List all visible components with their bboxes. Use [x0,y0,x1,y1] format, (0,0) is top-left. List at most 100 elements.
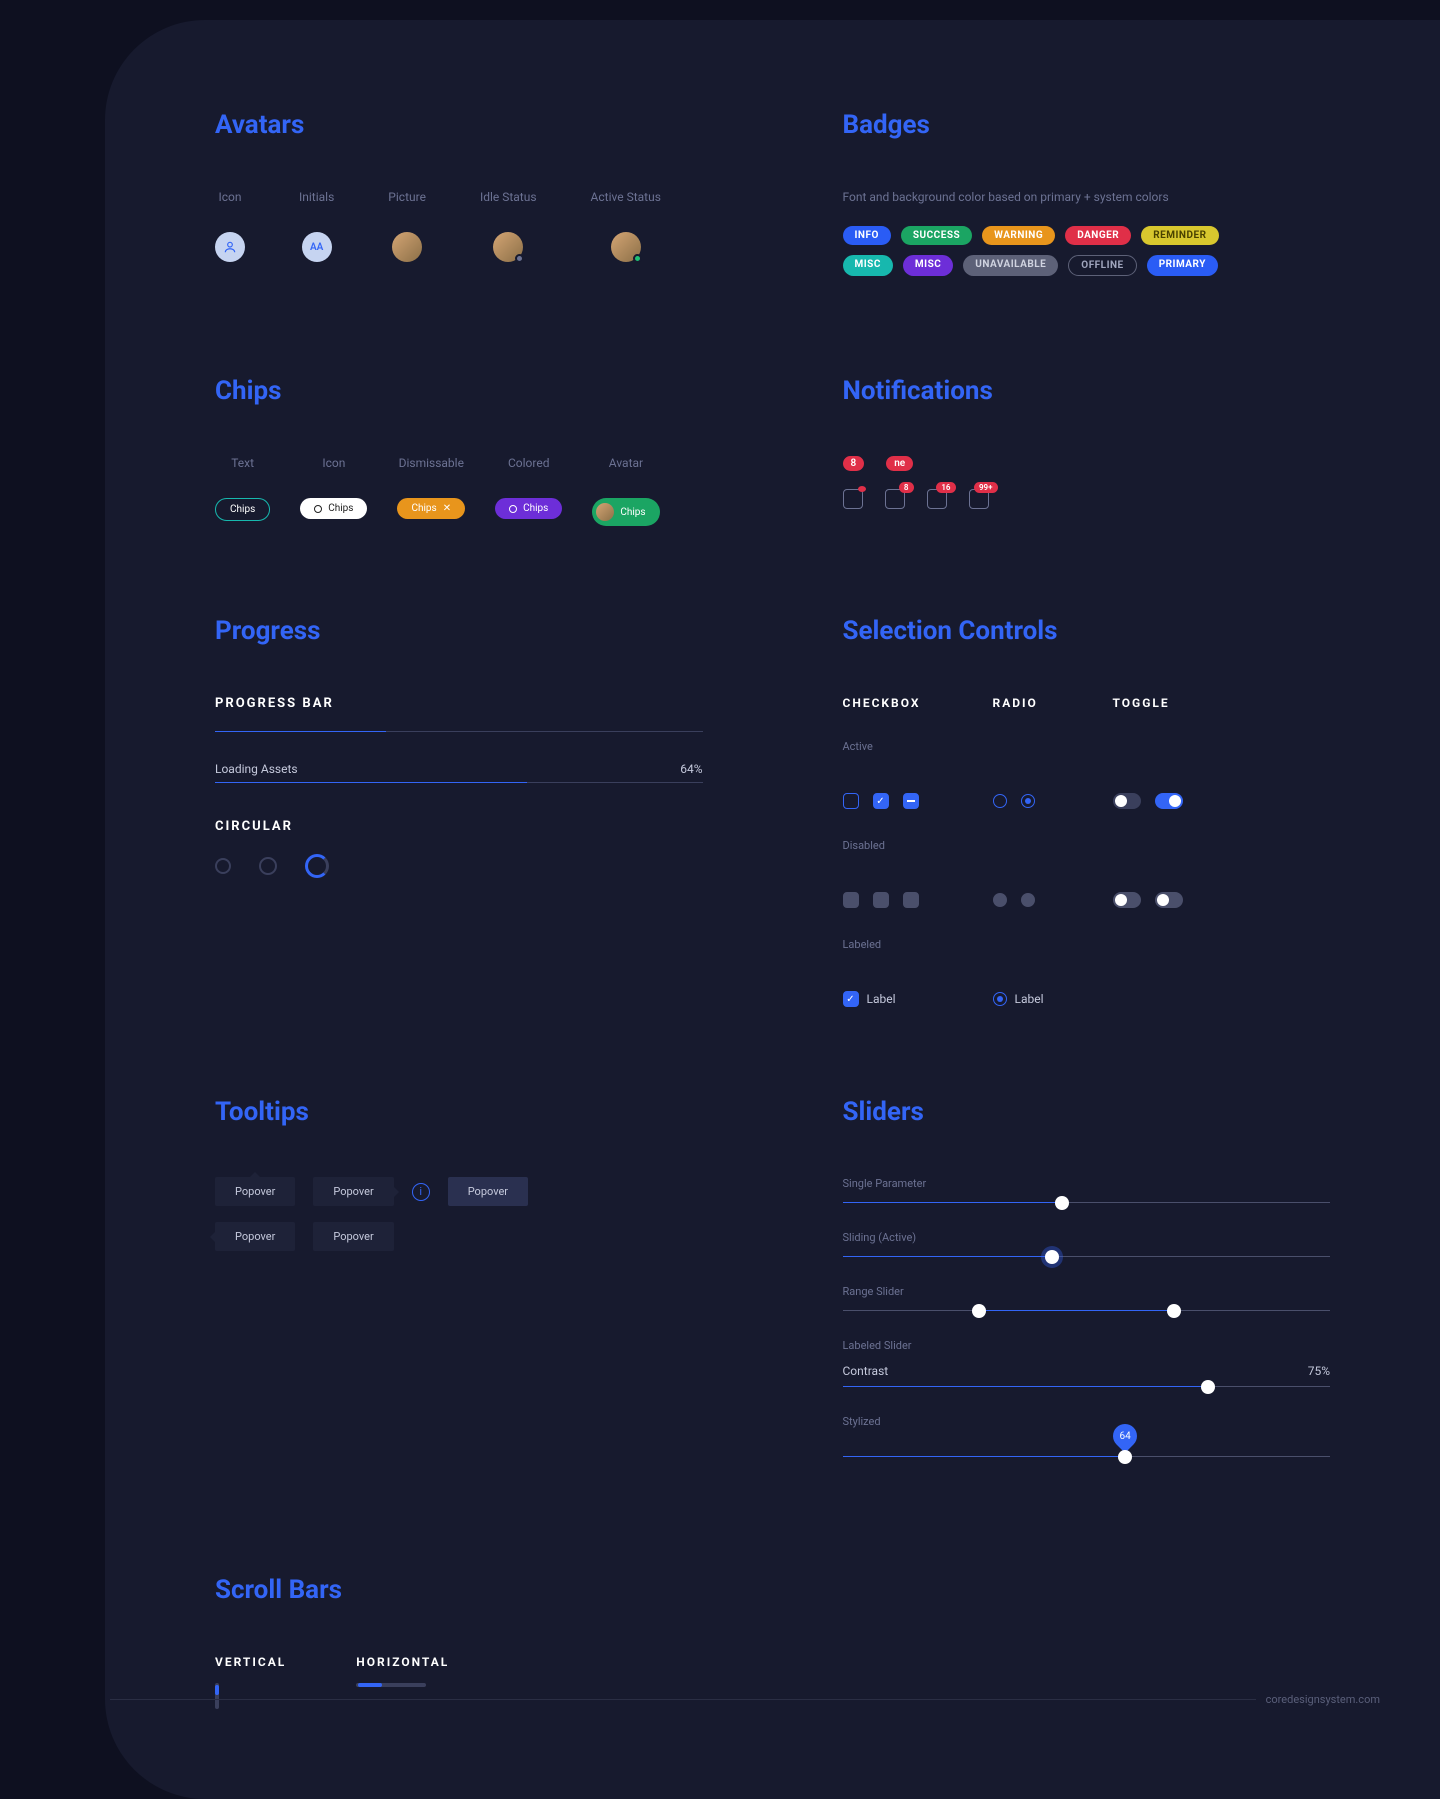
notification-pill: 8 [843,456,865,471]
scrollbar-horizontal[interactable] [356,1683,426,1687]
avatar-variant-label: Idle Status [480,190,537,204]
circular-heading: CIRCULAR [215,819,703,834]
checkbox-checked[interactable]: ✓ [873,793,889,809]
footer-url: coredesignsystem.com [1266,1693,1380,1706]
progress-fill [215,782,527,783]
state-label-labeled: Labeled [843,938,1233,951]
avatar-icon [215,232,245,262]
badge-unavailable: UNAVAILABLE [963,255,1058,276]
info-icon[interactable]: i [412,1183,430,1201]
checkbox-disabled [843,892,859,908]
slider-stylized[interactable]: 64 [843,1456,1331,1457]
chip-variant-label: Avatar [609,456,643,470]
state-label-active: Active [843,740,1233,753]
chip-icon[interactable]: Chips [300,498,367,519]
progress-value: 64% [680,762,702,776]
badge-danger: DANGER [1065,226,1131,245]
slider-thumb[interactable] [1201,1380,1215,1394]
slider-label: Single Parameter [843,1177,1331,1190]
checkbox-unchecked[interactable] [843,793,859,809]
circle-icon [314,505,322,513]
chip-colored[interactable]: Chips [495,498,562,519]
chip-variant-label: Icon [322,456,345,470]
tooltip-arrow-left: Popover [215,1222,295,1251]
chip-variant-label: Dismissable [399,456,464,470]
slider-labeled[interactable] [843,1386,1331,1387]
toggle-off[interactable] [1113,793,1141,809]
progress-section: Progress PROGRESS BAR Loading Assets 64%… [215,616,703,1007]
progress-bar-heading: PROGRESS BAR [215,696,703,711]
toggle-disabled [1113,892,1141,908]
toggle-on[interactable] [1155,793,1183,809]
avatar-idle [493,232,523,262]
slider-name: Contrast [843,1364,889,1378]
badge-info: INFO [843,226,891,245]
checkbox-header: CHECKBOX [843,696,993,710]
radio-checked[interactable] [1021,794,1035,808]
circle-icon [509,505,517,513]
badges-section: Badges Font and background color based o… [843,110,1331,286]
badge-offline: OFFLINE [1068,255,1136,276]
slider-value: 75% [1308,1364,1330,1378]
radio-labeled[interactable]: Label [993,991,1113,1007]
toggle-disabled [1155,892,1183,908]
close-icon[interactable]: ✕ [443,503,451,514]
scrollbar-vertical-label: VERTICAL [215,1655,286,1669]
slider-thumb-active[interactable] [1045,1250,1059,1264]
slider-thumb[interactable] [1118,1450,1132,1464]
tooltip-light: Popover [448,1177,528,1206]
avatar-variant-label: Active Status [591,190,661,204]
checkbox-labeled[interactable]: ✓ Label [843,991,993,1007]
circular-progress-large [305,854,329,878]
radio-unchecked[interactable] [993,794,1007,808]
notification-box-icon: 99+ [969,489,989,509]
slider-thumb[interactable] [1055,1196,1069,1210]
notification-pill: ne [886,456,913,471]
slider-single[interactable] [843,1202,1331,1203]
status-dot-idle [515,254,524,263]
tooltip-arrow-top: Popover [215,1177,295,1206]
scrollbars-title: Scroll Bars [215,1575,703,1605]
tooltips-title: Tooltips [215,1097,703,1127]
notification-count: 99+ [974,482,998,493]
checkbox-checked[interactable]: ✓ [843,991,859,1007]
notifications-section: Notifications 8 ne 8 16 99+ [843,376,1331,526]
avatar-variant-label: Picture [388,190,426,204]
progress-bar [215,782,703,783]
chip-avatar[interactable]: Chips [592,498,659,526]
slider-active[interactable] [843,1256,1331,1257]
circular-progress-small [215,858,231,874]
chips-title: Chips [215,376,703,406]
notifications-title: Notifications [843,376,1331,406]
chip-dismissable[interactable]: Chips✕ [397,498,465,519]
tooltip-plain: Popover [313,1222,393,1251]
progress-label: Loading Assets [215,762,298,776]
badge-primary: PRIMARY [1147,255,1218,276]
notification-count: 16 [936,482,955,493]
progress-fill [215,731,386,732]
slider-label: Range Slider [843,1285,1331,1298]
slider-range[interactable] [843,1310,1331,1311]
chip-variant-label: Text [231,456,254,470]
avatars-title: Avatars [215,110,703,140]
slider-label: Labeled Slider [843,1339,1331,1352]
slider-thumb-end[interactable] [1167,1304,1181,1318]
footer-divider [110,1699,1256,1700]
radio-checked[interactable] [993,992,1007,1006]
selection-controls-section: Selection Controls CHECKBOX RADIO TOGGLE… [843,616,1331,1007]
chip-text[interactable]: Chips [215,498,270,521]
checkbox-indeterminate[interactable] [903,793,919,809]
design-system-panel: Avatars Icon Initials AA Picture I [105,20,1440,1799]
slider-label: Stylized [843,1415,1331,1428]
avatar-active [611,232,641,262]
slider-label: Sliding (Active) [843,1231,1331,1244]
notification-count: 8 [899,482,914,493]
sliders-section: Sliders Single Parameter Sliding (Active… [843,1097,1331,1485]
toggle-header: TOGGLE [1113,696,1233,710]
radio-disabled [993,893,1007,907]
status-dot-active [633,254,642,263]
badge-misc: MISC [843,255,893,276]
slider-thumb-start[interactable] [972,1304,986,1318]
notification-box-icon: 8 [885,489,905,509]
radio-disabled [1021,893,1035,907]
